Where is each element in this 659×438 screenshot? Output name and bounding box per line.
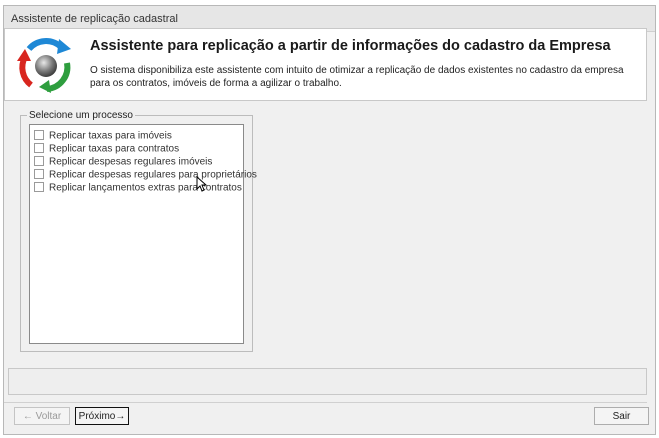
header-title: Assistente para replicação a partir de i… — [90, 38, 611, 54]
checkbox[interactable] — [34, 181, 44, 192]
checkbox[interactable] — [34, 142, 44, 153]
process-item-label: Replicar lançamentos extras para contrat… — [49, 182, 242, 194]
checkbox[interactable] — [34, 168, 44, 179]
logo-red-arc — [19, 55, 33, 88]
exit-button[interactable]: Sair — [594, 407, 649, 425]
replication-logo-icon — [17, 38, 71, 93]
logo-green-arrowhead — [39, 80, 51, 93]
logo-blue-arrowhead — [57, 39, 71, 54]
footer-divider — [4, 402, 647, 403]
header-description: O sistema disponibiliza este assistente … — [90, 65, 624, 89]
checkbox[interactable] — [34, 155, 44, 166]
window-title: Assistente de replicação cadastral — [11, 13, 178, 25]
process-item-despesas-imoveis[interactable]: Replicar despesas regulares imóveis — [34, 153, 212, 167]
next-button[interactable]: Próximo→ — [75, 407, 129, 425]
logo-red-arrowhead — [17, 49, 31, 61]
process-item-despesas-proprietarios[interactable]: Replicar despesas regulares para proprie… — [34, 166, 257, 180]
checkbox[interactable] — [34, 129, 44, 140]
process-group-legend: Selecione um processo — [27, 110, 135, 121]
wizard-header: Assistente para replicação a partir de i… — [4, 28, 647, 101]
process-item-taxas-contratos[interactable]: Replicar taxas para contratos — [34, 140, 179, 154]
mouse-cursor-icon — [196, 176, 208, 192]
logo-sphere — [35, 55, 57, 77]
logo-blue-arc — [26, 38, 64, 52]
process-checklist[interactable]: Replicar taxas para imóveis Replicar tax… — [29, 124, 257, 344]
process-item-taxas-imoveis[interactable]: Replicar taxas para imóveis — [34, 127, 172, 141]
process-item-lancamentos-contratos[interactable]: Replicar lançamentos extras para contrat… — [34, 179, 242, 194]
status-area — [8, 368, 647, 395]
back-button[interactable]: ← Voltar — [14, 407, 70, 425]
